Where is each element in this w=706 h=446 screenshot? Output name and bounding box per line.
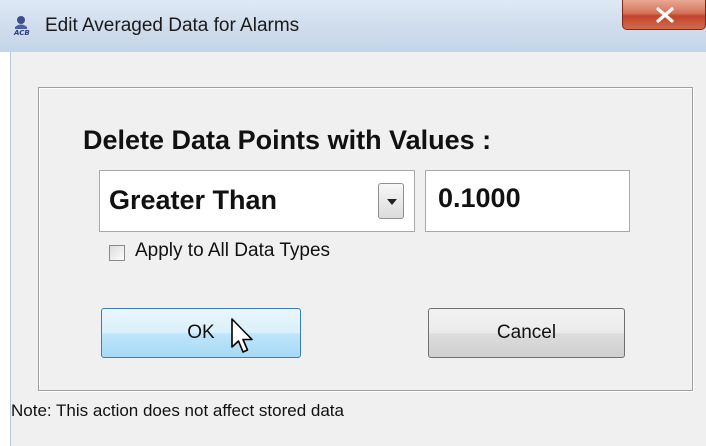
chevron-down-icon	[387, 199, 397, 205]
apply-all-label[interactable]: Apply to All Data Types	[135, 240, 330, 262]
window-title: Edit Averaged Data for Alarms	[45, 15, 300, 36]
ok-button[interactable]: OK	[101, 308, 301, 358]
condition-select[interactable]: Greater Than	[99, 170, 415, 232]
threshold-value-text: 0.1000	[438, 183, 521, 213]
condition-select-value: Greater Than	[109, 185, 278, 215]
close-icon	[656, 7, 674, 23]
svg-text:ACB: ACB	[13, 29, 30, 36]
threshold-value-input[interactable]: 0.1000	[425, 170, 630, 232]
dialog-body: Delete Data Points with Values : Greater…	[10, 52, 706, 446]
apply-all-checkbox[interactable]	[109, 245, 125, 261]
title-bar[interactable]: ACB Edit Averaged Data for Alarms	[0, 0, 706, 52]
condition-dropdown-button[interactable]	[378, 183, 404, 219]
mouse-cursor-icon	[231, 318, 253, 353]
dialog-heading: Delete Data Points with Values :	[83, 125, 492, 155]
app-logo-icon: ACB	[12, 14, 36, 37]
close-button[interactable]	[622, 0, 706, 30]
cancel-button[interactable]: Cancel	[428, 308, 625, 358]
footer-note: Note: This action does not affect stored…	[11, 401, 344, 420]
